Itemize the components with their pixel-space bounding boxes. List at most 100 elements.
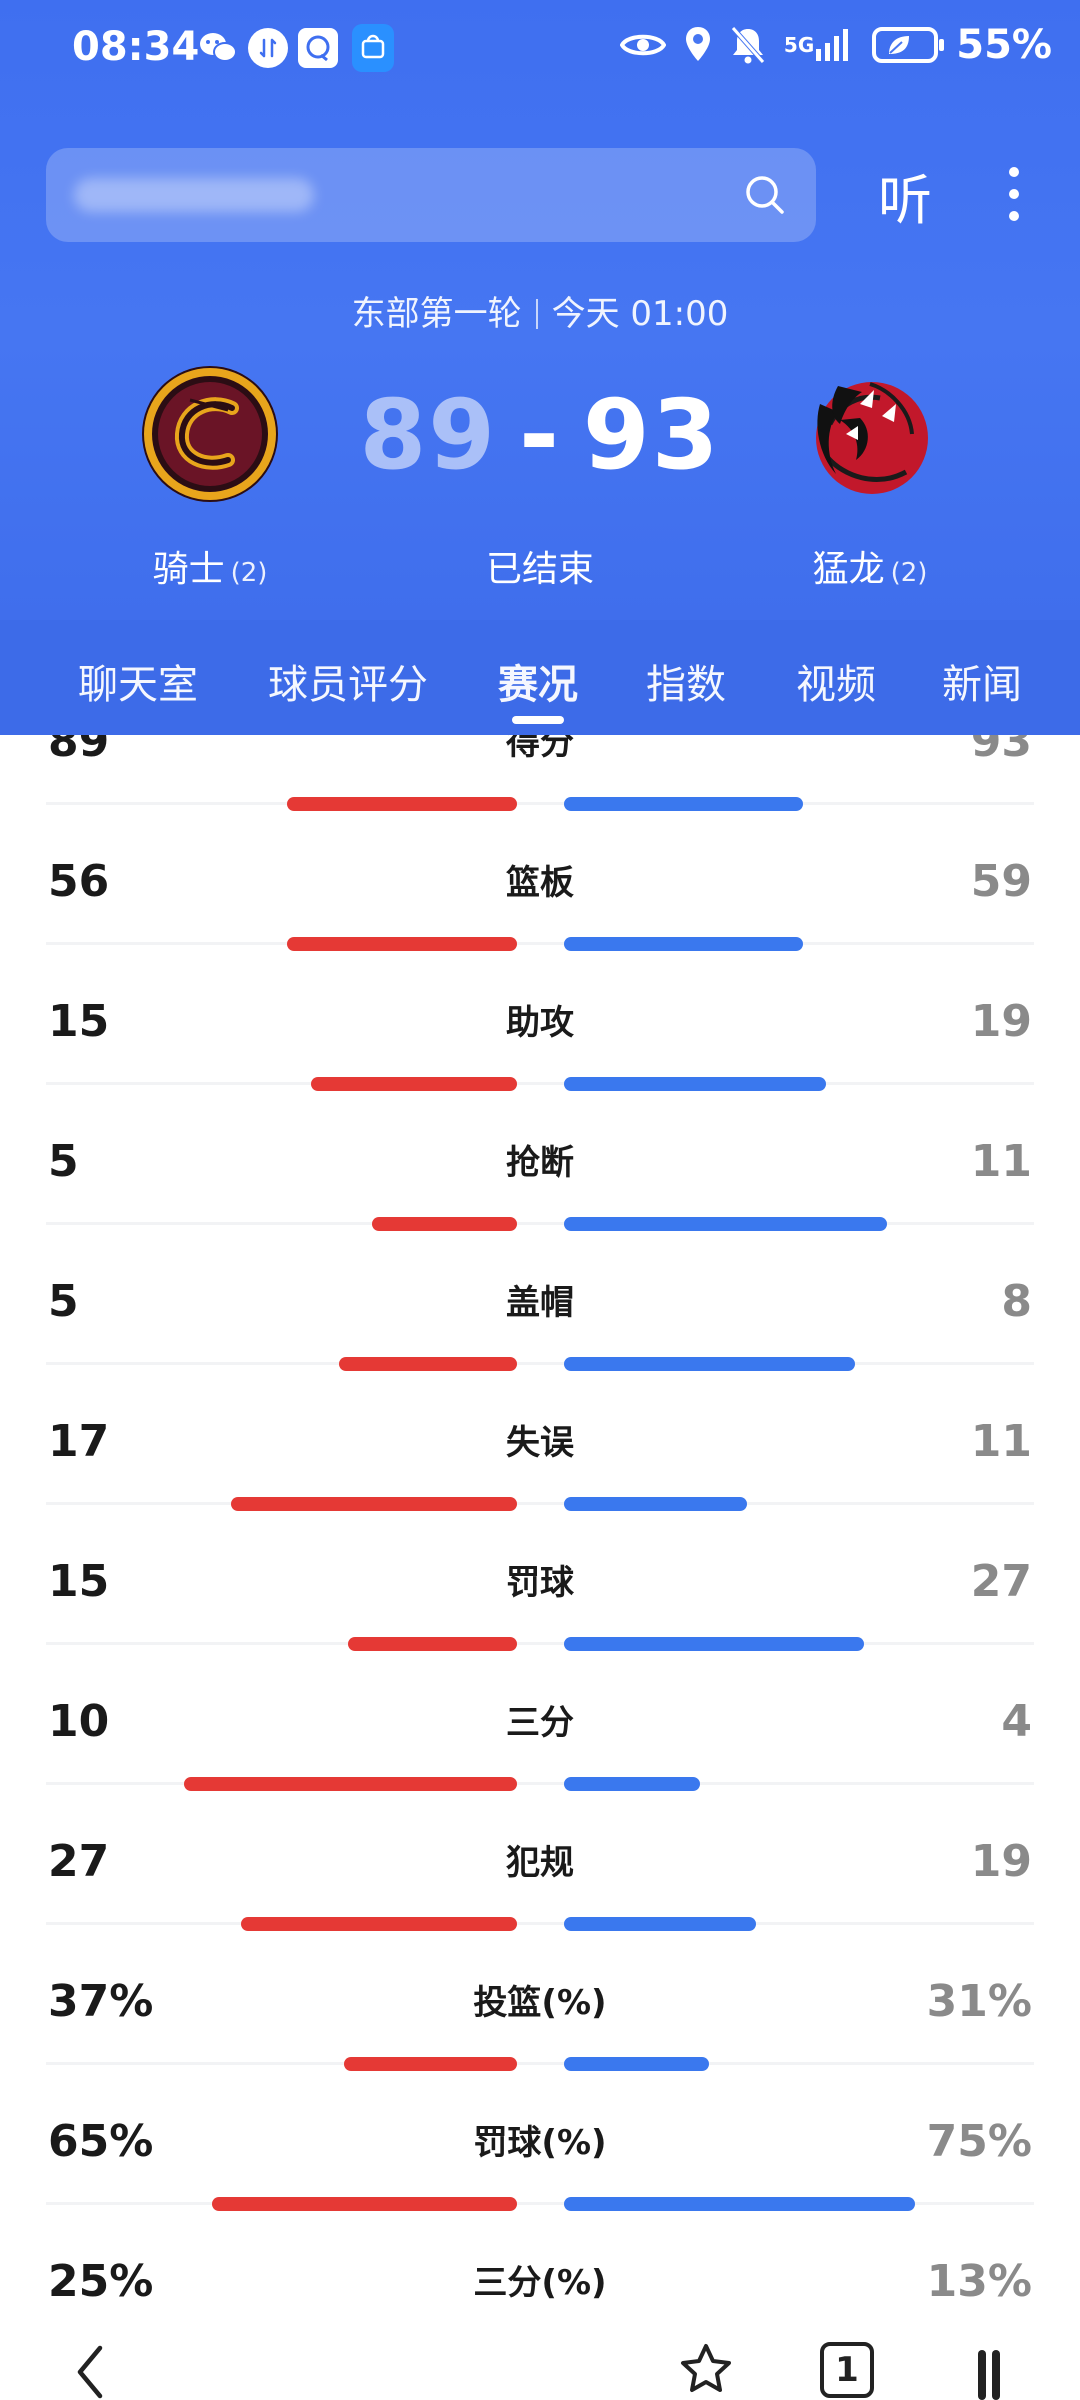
home-stat-value: 65% [48, 2116, 154, 2167]
battery-icon [872, 27, 945, 63]
network-type: 5G [783, 33, 815, 57]
home-stat-bar [339, 1357, 517, 1371]
home-team-logo[interactable] [140, 364, 280, 504]
home-stat-value: 17 [48, 1416, 110, 1467]
stat-label: 抢断 [506, 1143, 574, 1183]
home-stat-value: 5 [48, 1136, 79, 1187]
away-team-label: 猛龙 [812, 549, 885, 590]
home-stat-bar [287, 797, 517, 811]
stat-label: 三分(%) [473, 2263, 607, 2303]
home-stat-value: 10 [48, 1696, 110, 1747]
tab-player-ratings[interactable]: 球员评分 [268, 652, 428, 710]
home-stat-value: 15 [48, 996, 110, 1047]
stat-label: 罚球(%) [473, 2123, 607, 2163]
home-stat-bar [231, 1497, 517, 1511]
match-time: 今天 01:00 [551, 294, 729, 334]
mute-bell-icon [730, 23, 766, 67]
tab-videos[interactable]: 视频 [796, 652, 876, 710]
scoreboard: 89-93 [340, 380, 740, 490]
home-stat-value: 56 [48, 856, 110, 907]
wechat-icon [198, 28, 238, 68]
away-stat-bar [564, 937, 803, 951]
away-stat-value: 93 [970, 735, 1032, 767]
listen-button[interactable]: 听 [878, 156, 932, 235]
stat-track [46, 1502, 1034, 1505]
away-team-logo[interactable] [800, 364, 940, 504]
away-stat-value: 27 [970, 1556, 1032, 1607]
tabs-count-button[interactable]: 1 [820, 2342, 874, 2398]
app-market-icon [352, 24, 394, 72]
star-icon[interactable] [676, 2340, 736, 2400]
stat-row: 65% 罚球(%) 75% [0, 2115, 1080, 2255]
tabs-count: 1 [835, 2350, 859, 2390]
stat-row: 89 得分 93 [0, 735, 1080, 855]
home-score: 89 [359, 379, 498, 491]
search-input[interactable] [46, 148, 816, 242]
more-options-icon[interactable] [974, 2340, 1004, 2400]
status-time: 08:34 [72, 24, 200, 70]
battery-percent: 55% [956, 22, 1052, 68]
status-right: 5G 55% [619, 22, 1052, 68]
tab-odds[interactable]: 指数 [646, 652, 726, 710]
team-stats-list: 89 得分 93 56 篮板 59 15 助攻 19 5 抢断 11 5 盖帽 8 17 失误 11 15 罚球 27 1… [0, 735, 1080, 2330]
away-stat-value: 59 [970, 856, 1032, 907]
stat-label: 犯规 [506, 1843, 574, 1883]
tab-chatroom[interactable]: 聊天室 [78, 652, 198, 710]
eye-icon [619, 23, 666, 67]
location-icon [684, 23, 712, 67]
away-score: 93 [582, 379, 721, 491]
away-stat-bar [564, 1637, 864, 1651]
home-stat-value: 15 [48, 1556, 110, 1607]
stat-track [46, 1922, 1034, 1925]
home-stat-bar [184, 1777, 517, 1791]
home-stat-bar [344, 2057, 517, 2071]
home-stat-value: 25% [48, 2256, 154, 2307]
sort-app-icon [248, 28, 288, 68]
back-icon[interactable] [70, 2340, 110, 2400]
home-stat-value: 37% [48, 1976, 154, 2027]
stat-label: 盖帽 [506, 1283, 574, 1323]
match-round: 东部第一轮 [351, 294, 522, 334]
stat-track [46, 802, 1034, 805]
away-stat-bar [564, 797, 803, 811]
home-stat-bar [287, 937, 517, 951]
tab-news[interactable]: 新闻 [942, 652, 1022, 710]
stat-label: 篮板 [506, 863, 574, 903]
tab-live[interactable]: 赛况 [498, 652, 578, 710]
away-stat-bar [564, 1077, 826, 1091]
more-menu-icon[interactable] [996, 162, 1032, 226]
stat-track [46, 1362, 1034, 1365]
tab-bar: 聊天室 球员评分 赛况 指数 视频 新闻 [0, 620, 1080, 735]
away-stat-bar [564, 1357, 855, 1371]
match-info: 东部第一轮 今天 01:00 [0, 286, 1080, 335]
screen: 08:34 5G 55% 听 东部第一轮 今天 01:00 89 - 93 骑士… [0, 0, 1080, 2400]
signal-icon: 5G [784, 23, 854, 67]
away-stat-bar [564, 1777, 700, 1791]
stat-row: 5 盖帽 8 [0, 1275, 1080, 1415]
search-placeholder-blurred [74, 178, 314, 212]
score-dash: - [519, 379, 561, 491]
home-team-name[interactable]: 骑士 (2) [80, 540, 340, 592]
match-status: 已结束 [485, 549, 594, 590]
stat-row: 56 篮板 59 [0, 855, 1080, 995]
stat-row: 27 犯规 19 [0, 1835, 1080, 1975]
active-tab-indicator [512, 716, 564, 724]
away-team-name[interactable]: 猛龙 (2) [740, 540, 1000, 592]
away-stat-value: 19 [970, 996, 1032, 1047]
away-stat-value: 11 [970, 1136, 1032, 1187]
search-icon[interactable] [742, 172, 788, 218]
stat-label: 失误 [506, 1423, 574, 1463]
away-stat-value: 75% [926, 2116, 1032, 2167]
away-stat-value: 11 [970, 1416, 1032, 1467]
away-seed: (2) [890, 558, 928, 588]
home-seed: (2) [230, 558, 268, 588]
away-stat-value: 31% [926, 1976, 1032, 2027]
home-stat-value: 89 [48, 735, 110, 767]
stat-track [46, 1642, 1034, 1645]
stat-row: 15 罚球 27 [0, 1555, 1080, 1695]
home-stat-bar [372, 1217, 517, 1231]
away-stat-bar [564, 2197, 915, 2211]
stat-label: 投篮(%) [473, 1983, 607, 2023]
away-stat-bar [564, 1917, 756, 1931]
stat-track [46, 942, 1034, 945]
